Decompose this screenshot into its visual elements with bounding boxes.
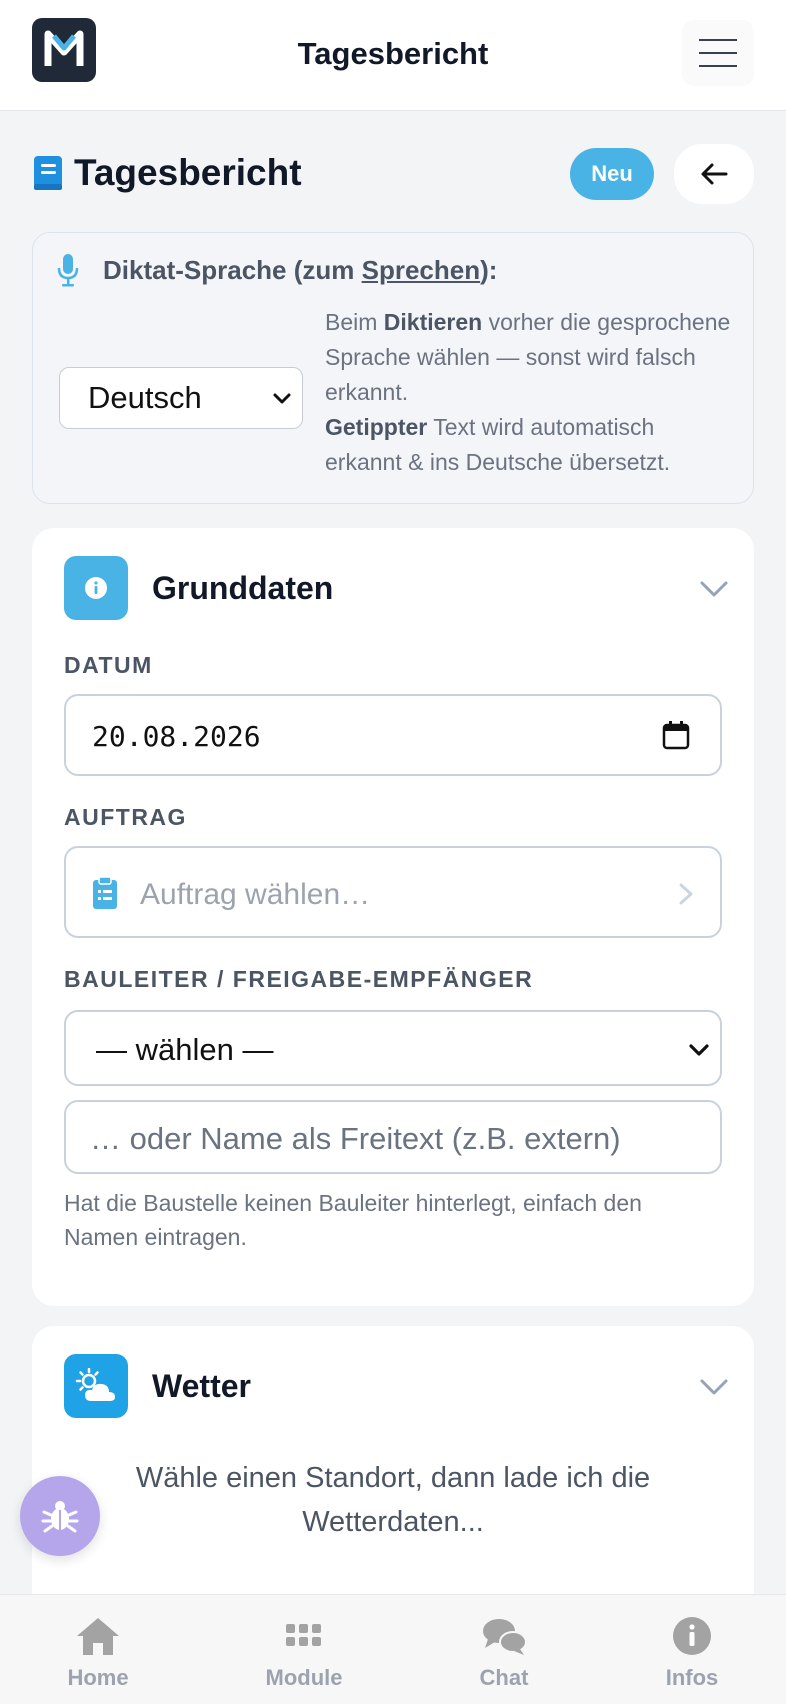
grunddaten-title: Grunddaten: [152, 570, 334, 606]
nav-chat[interactable]: Chat: [424, 1595, 584, 1704]
calendar-icon[interactable]: [662, 720, 690, 750]
auftrag-placeholder: Auftrag wählen…: [140, 878, 371, 911]
bauleiter-hint: Hat die Baustelle keinen Bauleiter hinte…: [64, 1190, 642, 1250]
chevron-down-icon: [273, 393, 291, 404]
top-bar: Tagesbericht: [0, 0, 786, 111]
header-title: Tagesbericht: [297, 36, 489, 71]
hamburger-menu-button[interactable]: [682, 20, 754, 86]
wetter-title: Wetter: [152, 1368, 251, 1404]
freitext-placeholder: … oder Name als Freitext (z.B. extern): [90, 1121, 621, 1156]
bauleiter-freitext-input[interactable]: … oder Name als Freitext (z.B. extern): [64, 1100, 722, 1174]
nav-home[interactable]: Home: [18, 1595, 178, 1704]
collapse-chevron-icon[interactable]: [698, 1370, 730, 1402]
grunddaten-card: Grunddaten DATUM 20.08.2026 AUFTRAG Auft…: [32, 528, 754, 1306]
nav-module-label: Module: [265, 1665, 343, 1690]
bug-report-button[interactable]: [20, 1476, 100, 1556]
bauleiter-selected: — wählen —: [96, 1032, 274, 1067]
bauleiter-label: BAULEITER / FREIGABE-EMPFÄNGER: [64, 966, 534, 992]
dictation-language-panel: Diktat-Sprache (zum Sprechen): Deutsch B…: [32, 232, 754, 504]
menu-line-icon: [699, 52, 737, 54]
dictation-label: Diktat-Sprache (zum Sprechen):: [103, 255, 498, 285]
nav-chat-label: Chat: [479, 1665, 529, 1690]
chat-icon: [483, 1619, 527, 1655]
nav-infos[interactable]: Infos: [612, 1595, 772, 1704]
chevron-right-icon: [679, 883, 693, 905]
nav-module[interactable]: Module: [224, 1595, 384, 1704]
auftrag-picker[interactable]: Auftrag wählen…: [64, 846, 722, 938]
grid-icon: [286, 1624, 321, 1646]
dictation-language-select[interactable]: Deutsch: [59, 367, 303, 429]
arrow-left-icon: [701, 163, 728, 185]
home-icon: [77, 1618, 119, 1655]
nav-infos-label: Infos: [665, 1665, 719, 1690]
speak-link[interactable]: Sprechen: [362, 255, 481, 285]
page-heading: Tagesbericht Neu: [32, 144, 754, 206]
datum-label: DATUM: [64, 652, 153, 678]
weather-message: Wähle einen Standort, dann lade ich die …: [135, 1462, 651, 1538]
bauleiter-select[interactable]: — wählen —: [64, 1010, 722, 1086]
microphone-icon: [57, 254, 79, 287]
menu-line-icon: [699, 65, 737, 67]
chevron-down-icon: [689, 1044, 709, 1056]
nav-home-label: Home: [67, 1665, 129, 1690]
menu-line-icon: [699, 39, 737, 41]
weather-icon: [64, 1354, 128, 1418]
date-input[interactable]: 20.08.2026: [64, 694, 722, 776]
page-title: Tagesbericht: [74, 152, 302, 193]
selected-language: Deutsch: [88, 380, 202, 415]
date-value: 20.08.2026: [92, 720, 261, 753]
collapse-chevron-icon[interactable]: [698, 572, 730, 604]
bug-icon: [41, 1501, 79, 1533]
new-report-button[interactable]: Neu: [570, 148, 654, 200]
info-icon: [64, 556, 128, 620]
back-button[interactable]: [674, 144, 754, 204]
bottom-navigation: Home Module Chat Infos: [0, 1594, 786, 1704]
dictation-info-text: Beim Diktieren vorher die gesprochene Sp…: [325, 309, 731, 475]
clipboard-icon: [93, 876, 117, 909]
auftrag-label: AUFTRAG: [64, 804, 187, 830]
info-circle-icon: [673, 1617, 711, 1655]
book-icon: [34, 156, 62, 190]
